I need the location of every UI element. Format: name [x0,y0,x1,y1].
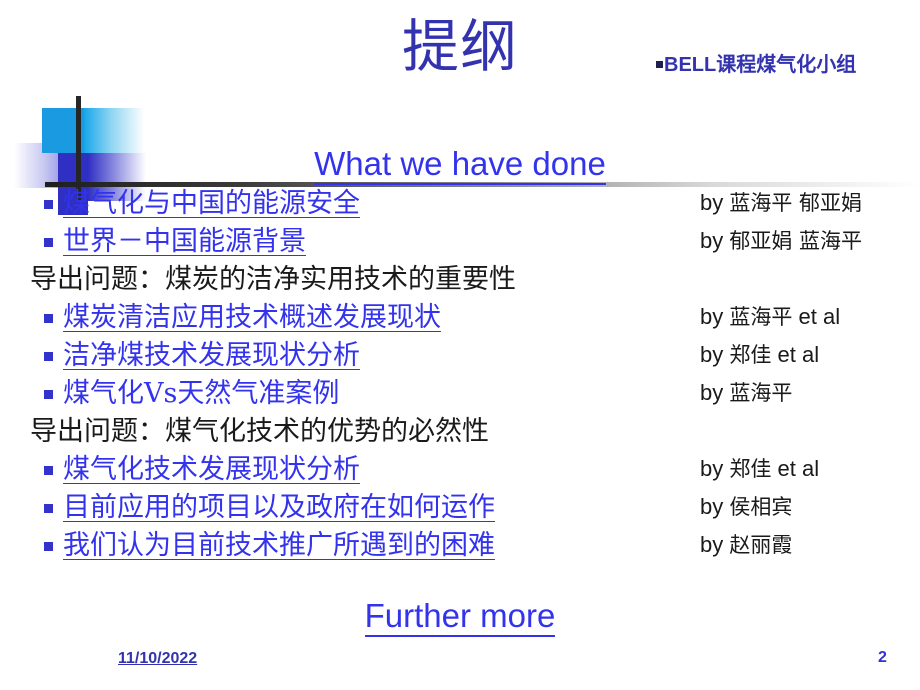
bullet-cell [0,314,63,326]
outline-item-row: 煤气化与中国的能源安全 by 蓝海平 郁亚娟 [0,190,920,228]
outline-item-link[interactable]: 我们认为目前技术推广所遇到的困难 [63,532,495,560]
section-heading-what-we-have-done: What we have done [0,145,920,185]
outline-item-row: 世界－中国能源背景 by 郁亚娟 蓝海平 [0,228,920,266]
outline-item-link[interactable]: 世界－中国能源背景 [63,228,306,256]
outline-note-row: 导出问题：煤炭的洁净实用技术的重要性 [0,266,920,304]
outline-item-row: 煤气化Vs天然气准案例 by 蓝海平 [0,380,920,418]
outline-item-author: by 蓝海平 郁亚娟 [700,192,862,214]
outline-item-author: by 郑佳 et al [700,344,819,366]
outline-item-author: by 侯相宾 [700,496,792,518]
bullet-cell [0,466,63,478]
outline-item-row: 我们认为目前技术推广所遇到的困难 by 赵丽霞 [0,532,920,570]
brand-text: BELL课程煤气化小组 [664,54,857,76]
outline-item-link[interactable]: 煤气化Vs天然气准案例 [63,380,339,407]
square-bullet-icon [44,466,53,475]
square-bullet-icon [44,314,53,323]
outline-item-row: 煤炭清洁应用技术概述发展现状 by 蓝海平 et al [0,304,920,342]
square-bullet-icon [44,238,53,247]
square-bullet-icon [44,504,53,513]
author-suffix: et al [777,456,820,481]
outline-item-link[interactable]: 目前应用的项目以及政府在如何运作 [63,494,495,522]
author-by-label: by [700,380,724,405]
author-name: 郁亚娟 蓝海平 [729,229,863,253]
author-by-label: by [700,456,724,481]
author-by-label: by [700,304,724,329]
slide-canvas: 提纲 BELL课程煤气化小组 What we have done 煤气化与中国的… [0,0,920,690]
outline-item-row: 目前应用的项目以及政府在如何运作 by 侯相宾 [0,494,920,532]
bullet-cell [0,542,63,554]
author-by-label: by [700,342,724,367]
square-bullet-icon [656,61,663,68]
author-name: 蓝海平 郁亚娟 [729,191,863,215]
author-name: 郑佳 [729,457,772,481]
author-name: 侯相宾 [729,495,793,519]
author-by-label: by [700,532,724,557]
outline-note-text: 导出问题：煤炭的洁净实用技术的重要性 [30,264,516,295]
outline-item-link[interactable]: 煤气化技术发展现状分析 [63,456,360,484]
outline-item-author: by 蓝海平 et al [700,306,840,328]
author-by-label: by [700,190,724,215]
footer-page-number: 2 [878,649,887,666]
outline-item-author: by 赵丽霞 [700,534,792,556]
outline-item-author: by 郑佳 et al [700,458,819,480]
bullet-cell [0,504,63,516]
author-suffix: et al [798,304,841,329]
bullet-cell [0,352,63,364]
footer-date: 11/10/2022 [118,650,198,667]
author-suffix: et al [777,342,820,367]
section-heading-further-more: Further more [0,597,920,637]
outline-item-link[interactable]: 煤炭清洁应用技术概述发展现状 [63,304,441,332]
outline-item-link[interactable]: 煤气化与中国的能源安全 [63,190,360,218]
author-name: 郑佳 [729,343,772,367]
square-bullet-icon [44,200,53,209]
section-heading-what-label: What we have done [314,145,606,185]
brand-label: BELL课程煤气化小组 [656,48,856,77]
outline-item-link[interactable]: 洁净煤技术发展现状分析 [63,342,360,370]
square-bullet-icon [44,390,53,399]
outline-note-row: 导出问题：煤气化技术的优势的必然性 [0,418,920,456]
author-name: 蓝海平 [729,305,793,329]
square-bullet-icon [44,542,53,551]
author-by-label: by [700,494,724,519]
bullet-cell [0,390,63,402]
outline-item-author: by 蓝海平 [700,382,792,404]
author-name: 蓝海平 [729,381,793,405]
outline-item-row: 煤气化技术发展现状分析 by 郑佳 et al [0,456,920,494]
section-heading-further-label: Further more [364,597,556,637]
square-bullet-icon [44,352,53,361]
outline-item-author: by 郁亚娟 蓝海平 [700,230,862,252]
outline-note-text: 导出问题：煤气化技术的优势的必然性 [30,416,489,447]
author-by-label: by [700,228,724,253]
author-name: 赵丽霞 [729,533,793,557]
outline-item-row: 洁净煤技术发展现状分析 by 郑佳 et al [0,342,920,380]
bullet-cell [0,238,63,250]
bullet-cell [0,200,63,212]
outline-list: 煤气化与中国的能源安全 by 蓝海平 郁亚娟世界－中国能源背景 by 郁亚娟 蓝海平… [0,190,920,570]
